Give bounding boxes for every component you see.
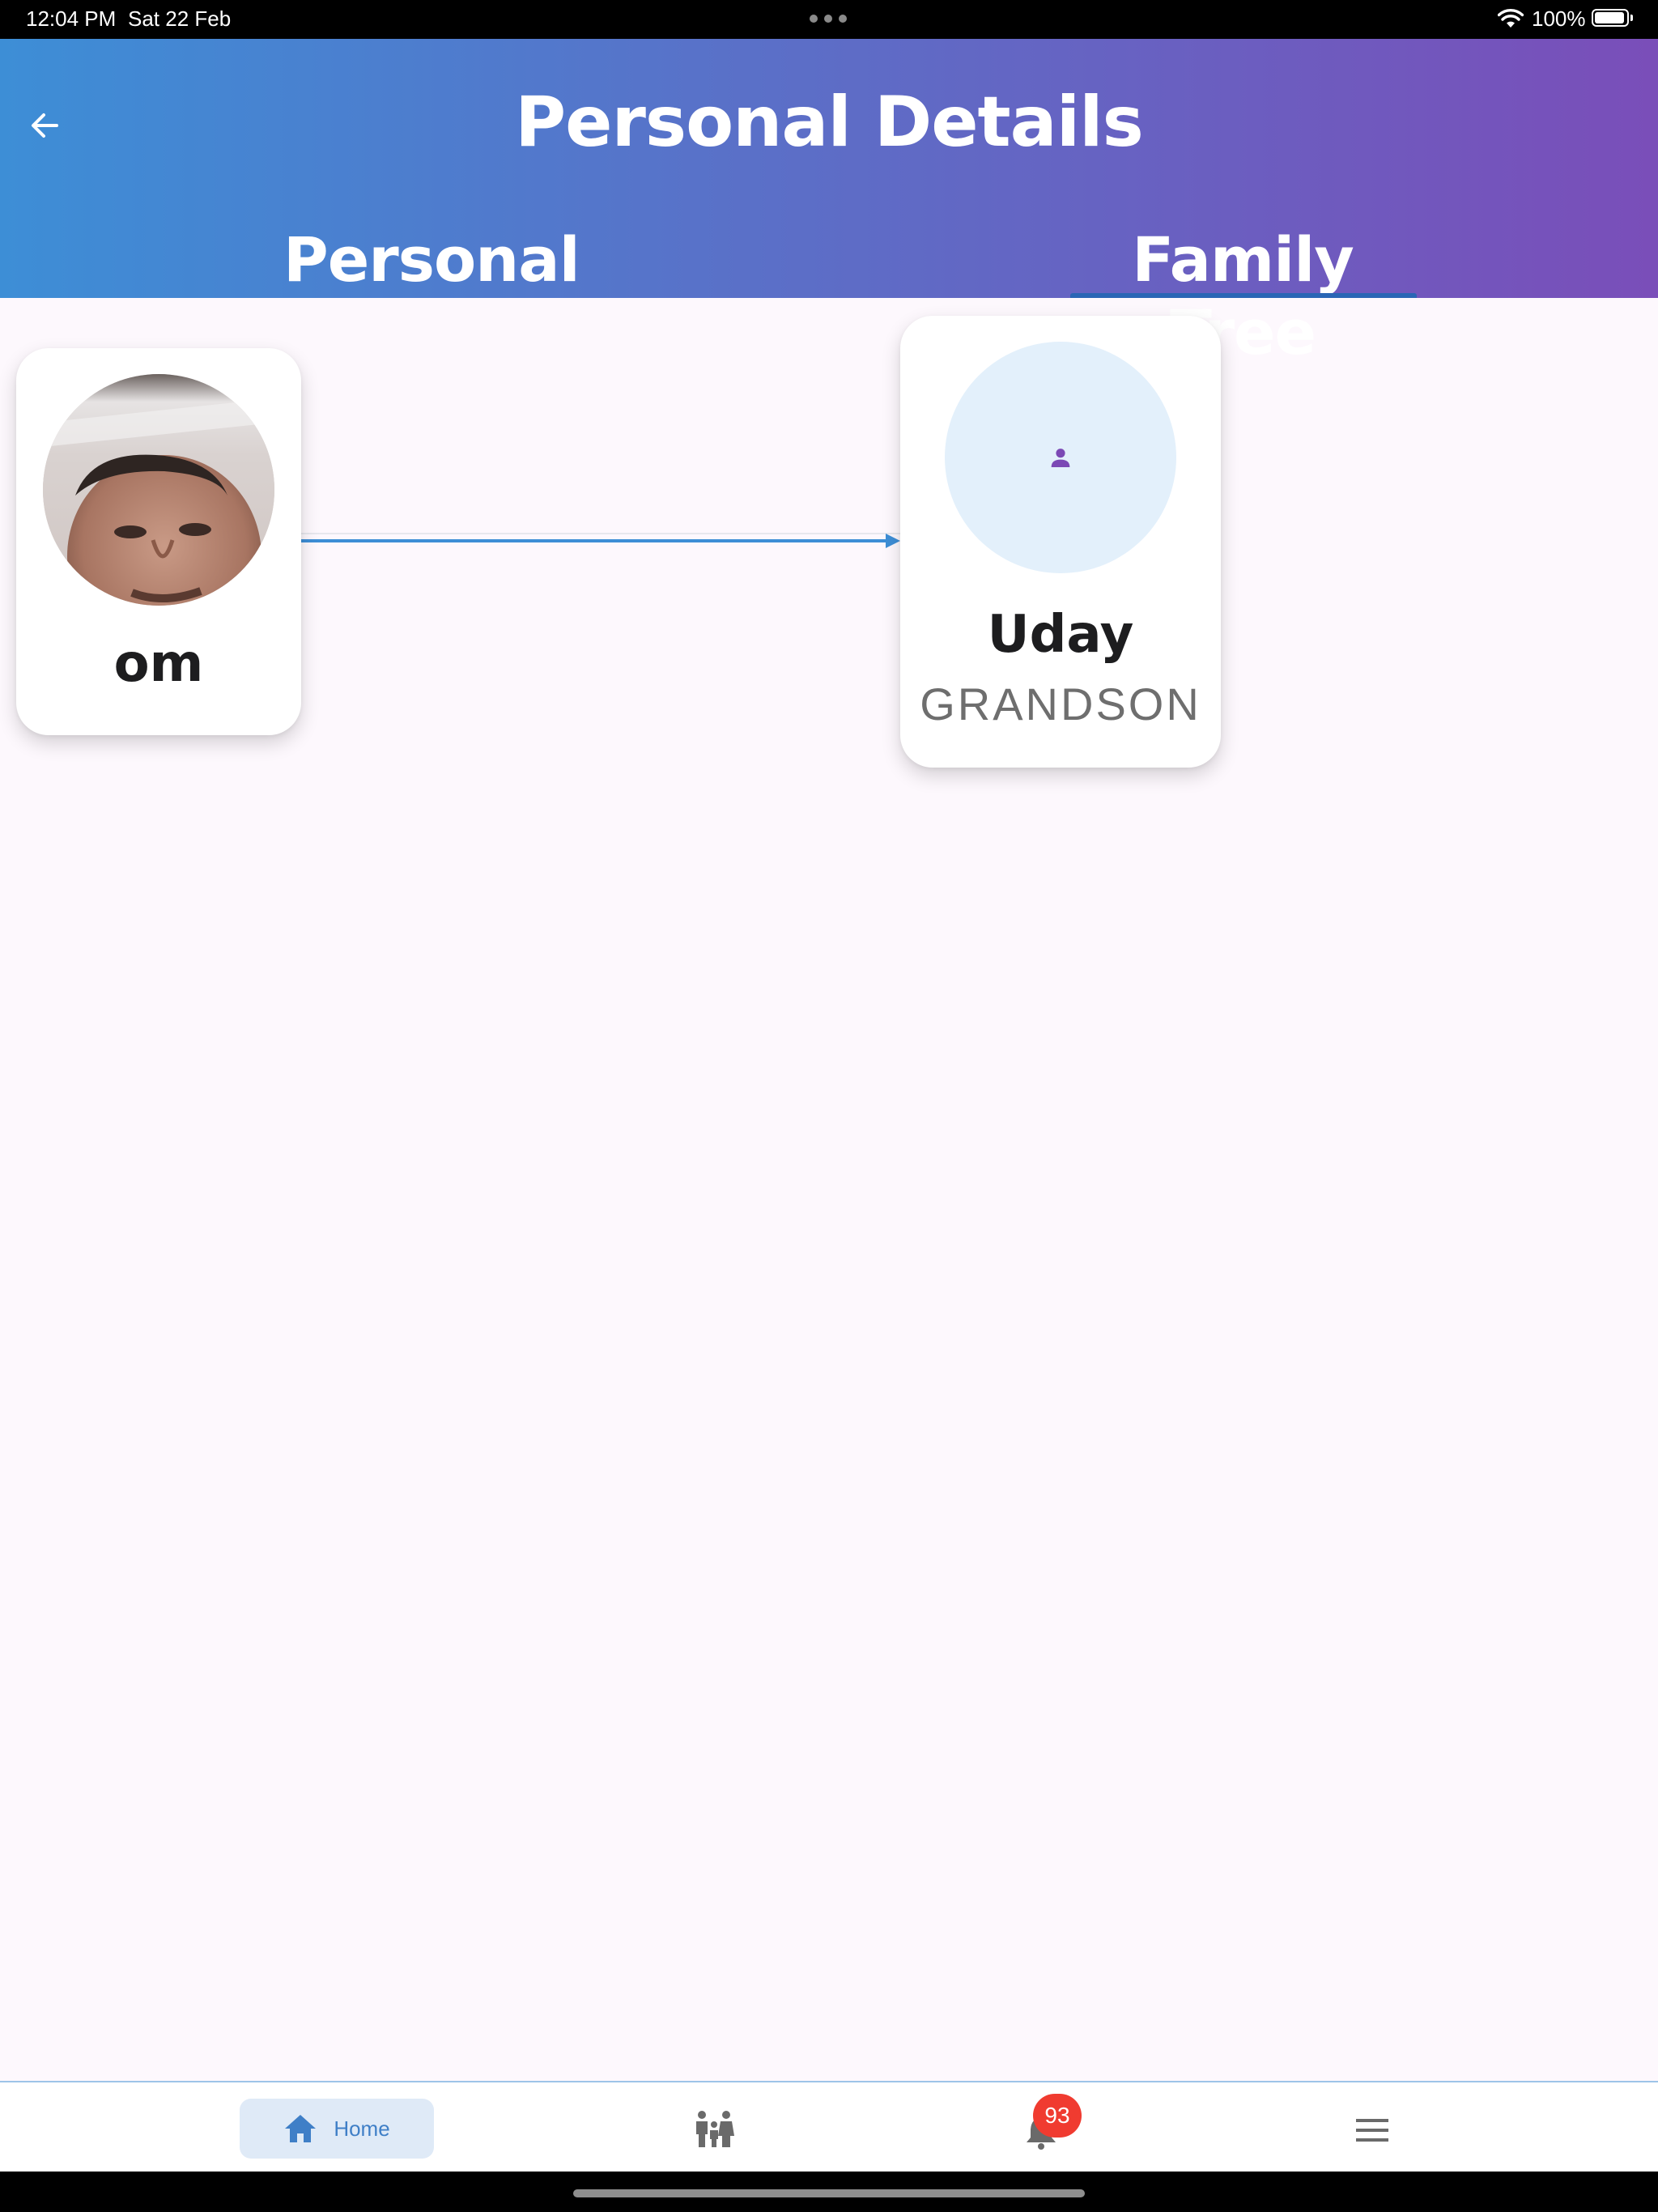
battery-icon bbox=[1592, 9, 1633, 27]
wifi-icon bbox=[1498, 9, 1524, 28]
avatar-placeholder bbox=[945, 342, 1176, 573]
bottom-navigation: Home bbox=[0, 2081, 1658, 2173]
family-icon[interactable] bbox=[693, 2108, 735, 2150]
person-icon bbox=[1051, 449, 1070, 467]
node-name: Uday bbox=[987, 605, 1134, 665]
notification-badge: 93 bbox=[1033, 2094, 1082, 2138]
menu-icon[interactable] bbox=[1354, 2112, 1391, 2149]
node-name: om bbox=[113, 634, 204, 694]
nav-home[interactable]: Home bbox=[240, 2099, 434, 2159]
status-time: 12:04 PM bbox=[26, 6, 117, 31]
nav-home-label: Home bbox=[334, 2116, 390, 2141]
multitasking-dots-icon[interactable] bbox=[810, 15, 847, 23]
home-indicator[interactable] bbox=[573, 2189, 1085, 2197]
relationship-connector-arrow bbox=[301, 533, 900, 548]
home-icon bbox=[285, 2115, 317, 2142]
battery-percentage: 100% bbox=[1532, 6, 1586, 31]
active-tab-indicator bbox=[1070, 293, 1417, 298]
family-node-om[interactable]: om bbox=[16, 348, 301, 735]
status-bar: 12:04 PM Sat 22 Feb 100% bbox=[0, 0, 1658, 39]
status-date: Sat 22 Feb bbox=[128, 6, 232, 31]
family-node-uday[interactable]: Uday GRANDSON bbox=[900, 316, 1221, 768]
page-title: Personal Details bbox=[515, 82, 1144, 163]
header: Personal Details Personal Family Tree bbox=[0, 39, 1658, 368]
tab-personal[interactable]: Personal bbox=[283, 223, 580, 296]
node-relation: GRANDSON bbox=[920, 678, 1201, 730]
avatar bbox=[43, 374, 274, 606]
home-indicator-area bbox=[0, 2172, 1658, 2212]
profile-photo bbox=[43, 374, 274, 606]
